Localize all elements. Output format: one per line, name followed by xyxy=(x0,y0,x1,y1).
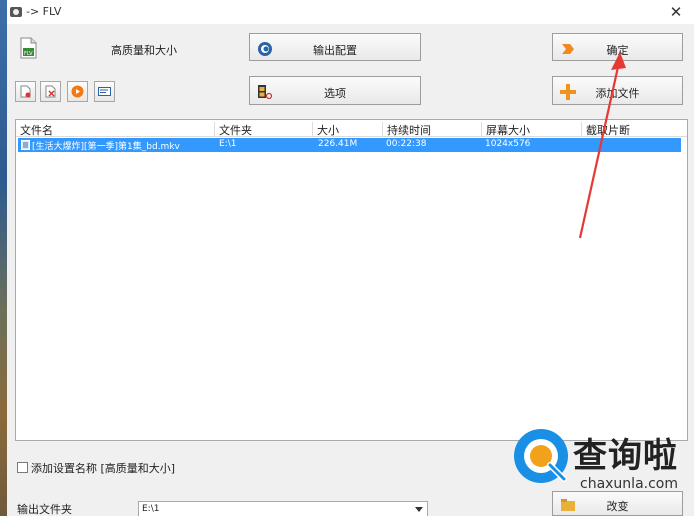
column-header-filename[interactable]: 文件名 xyxy=(16,122,214,137)
play-button[interactable] xyxy=(67,81,88,102)
cell-filename: [生活大爆炸][第一季]第1集_bd.mkv xyxy=(32,142,180,152)
file-list[interactable]: 文件名 文件夹 大小 持续时间 屏幕大小 截取片断 [生活大爆炸][第一季]第1… xyxy=(15,119,688,441)
change-button[interactable]: 改变 xyxy=(552,491,683,516)
preset-quality-label: 高质量和大小 xyxy=(111,44,177,57)
title-bar: -> FLV ✕ xyxy=(7,0,694,24)
svg-text:FLV: FLV xyxy=(24,51,33,57)
add-setting-label: 添加设置名称 [高质量和大小] xyxy=(31,462,176,475)
output-config-label: 输出配置 xyxy=(313,44,357,57)
column-header-duration[interactable]: 持续时间 xyxy=(382,122,481,137)
remove-file-icon xyxy=(20,85,31,98)
desktop-background xyxy=(0,0,7,516)
window-title: -> FLV xyxy=(26,5,62,18)
watermark-url: chaxunla.com xyxy=(580,476,678,492)
change-label: 改变 xyxy=(606,500,629,513)
file-list-header: 文件名 文件夹 大小 持续时间 屏幕大小 截取片断 xyxy=(16,120,687,137)
output-config-button[interactable]: 输出配置 xyxy=(249,33,421,61)
remove-file-button[interactable] xyxy=(15,81,36,102)
flv-file-icon: FLV xyxy=(20,37,37,59)
table-row[interactable]: [生活大爆炸][第一季]第1集_bd.mkv E:\1 226.41M 00:2… xyxy=(18,138,681,152)
watermark-text: 查询啦 xyxy=(573,436,678,476)
play-icon xyxy=(71,85,84,98)
clear-list-icon xyxy=(45,85,56,98)
column-header-folder[interactable]: 文件夹 xyxy=(214,122,312,137)
app-icon xyxy=(10,7,22,17)
column-header-screen-size[interactable]: 屏幕大小 xyxy=(481,122,581,137)
info-icon xyxy=(98,87,111,96)
output-folder-value: E:\1 xyxy=(142,504,160,514)
confirm-button[interactable]: 确定 xyxy=(552,33,683,61)
add-file-button[interactable]: 添加文件 xyxy=(552,76,683,105)
chaxunla-logo xyxy=(514,429,568,483)
cell-folder: E:\1 xyxy=(219,139,237,149)
column-header-clip[interactable]: 截取片断 xyxy=(581,122,681,137)
output-folder-label: 输出文件夹 xyxy=(17,503,72,516)
confirm-label: 确定 xyxy=(606,44,629,57)
options-button[interactable]: 选项 xyxy=(249,76,421,105)
column-header-size[interactable]: 大小 xyxy=(312,122,382,137)
options-label: 选项 xyxy=(324,87,346,100)
cell-screen-size: 1024x576 xyxy=(485,139,531,149)
cell-duration: 00:22:38 xyxy=(386,139,427,149)
add-file-label: 添加文件 xyxy=(595,87,640,100)
add-setting-checkbox[interactable] xyxy=(17,462,28,473)
info-button[interactable] xyxy=(94,81,115,102)
output-folder-select[interactable]: E:\1 xyxy=(138,501,428,516)
cell-size: 226.41M xyxy=(318,139,358,149)
chevron-down-icon xyxy=(415,507,423,512)
clear-list-button[interactable] xyxy=(40,81,61,102)
close-button[interactable]: ✕ xyxy=(666,2,686,22)
video-file-icon xyxy=(21,140,30,150)
